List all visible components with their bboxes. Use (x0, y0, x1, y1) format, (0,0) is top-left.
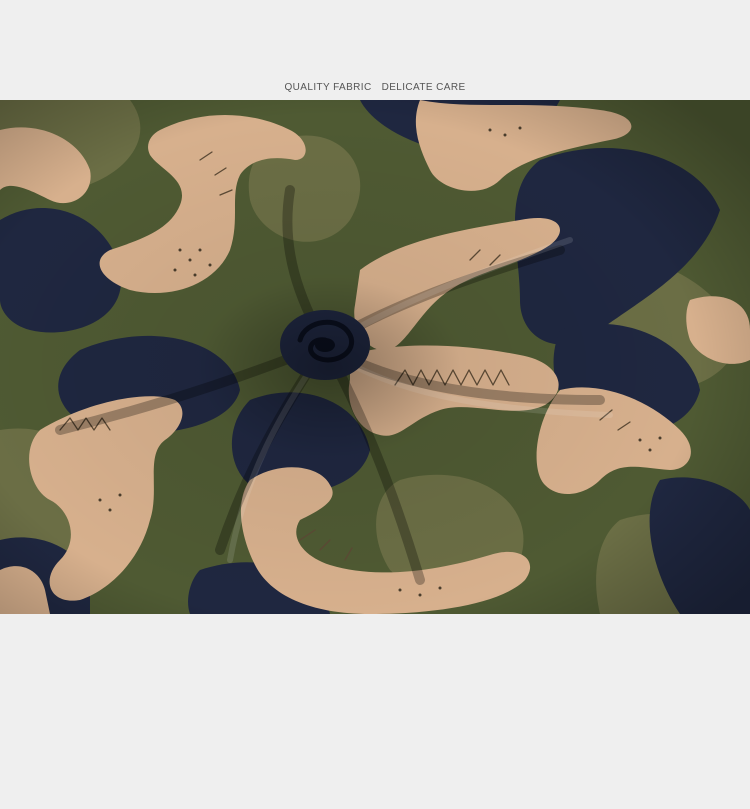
caption-quality-fabric: QUALITY FABRIC (284, 82, 372, 93)
fabric-illustration (0, 100, 750, 614)
product-detail-page: QUALITY FABRIC DELICATE CARE (0, 0, 750, 809)
fabric-shading (0, 100, 750, 614)
caption-delicate-care: DELICATE CARE (381, 82, 466, 93)
fabric-photo (0, 100, 750, 614)
section-caption: QUALITY FABRIC DELICATE CARE (0, 82, 750, 93)
